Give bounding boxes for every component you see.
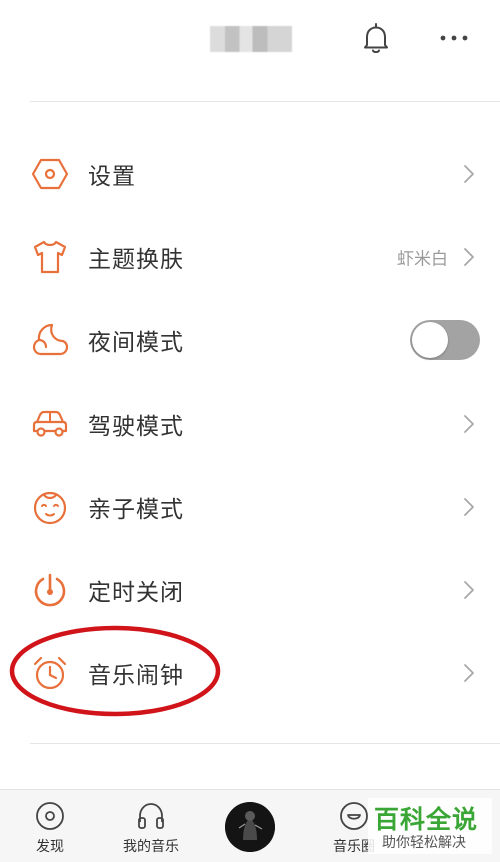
menu-item-label: 主题换肤	[88, 246, 184, 273]
chevron-right-icon	[464, 248, 474, 266]
menu-item-label: 定时关闭	[88, 580, 184, 607]
headphones-icon	[138, 803, 164, 829]
night-mode-toggle[interactable]	[410, 320, 480, 361]
menu-item-label: 设置	[88, 163, 136, 190]
chevron-right-icon	[464, 581, 474, 600]
album-art	[225, 802, 275, 852]
moon-cloud-icon	[32, 324, 69, 356]
settings-hexagon-icon	[31, 158, 69, 189]
car-icon	[32, 410, 68, 437]
menu-item-music-alarm[interactable]: 音乐闹钟	[0, 632, 500, 715]
menu-item-label: 驾驶模式	[88, 413, 184, 440]
now-playing-cover[interactable]	[225, 802, 275, 852]
chevron-right-icon	[464, 497, 474, 516]
toggle-knob	[412, 322, 448, 359]
top-divider	[30, 101, 500, 102]
menu-item-kids-mode[interactable]: 亲子模式	[0, 465, 500, 548]
bell-icon	[364, 23, 388, 53]
baby-face-icon	[33, 491, 67, 524]
chevron-right-icon	[464, 164, 474, 183]
nav-item-my-music[interactable]: 我的音乐	[112, 790, 190, 862]
smile-bubble-icon	[340, 802, 368, 830]
more-options-button[interactable]	[432, 18, 476, 58]
watermark-subtitle: 助你轻松解决	[382, 835, 466, 851]
nav-label: 我的音乐	[123, 839, 179, 855]
tshirt-icon	[33, 240, 67, 274]
more-horizontal-icon	[440, 35, 468, 41]
notification-bell-button[interactable]	[356, 18, 396, 58]
blurred-username	[210, 26, 292, 52]
menu-item-sleep-timer[interactable]: 定时关闭	[0, 548, 500, 631]
menu-item-driving-mode[interactable]: 驾驶模式	[0, 382, 500, 465]
menu-item-theme[interactable]: 主题换肤 虾米白	[0, 215, 500, 298]
menu-item-label: 夜间模式	[88, 330, 184, 357]
watermark-title: 百科全说	[374, 805, 479, 834]
menu-item-label: 亲子模式	[88, 496, 184, 523]
menu-bottom-divider	[30, 743, 500, 744]
menu-item-settings[interactable]: 设置	[0, 132, 500, 215]
nav-item-discover[interactable]: 发现	[20, 790, 80, 862]
chevron-right-icon	[464, 664, 474, 683]
menu-item-label: 音乐闹钟	[88, 663, 184, 690]
chevron-right-icon	[464, 414, 474, 433]
top-bar	[0, 0, 500, 100]
menu-item-night-mode: 夜间模式	[0, 299, 500, 382]
nav-label: 发现	[36, 839, 64, 855]
watermark: 百科全说 助你轻松解决	[368, 798, 492, 854]
alarm-clock-icon	[33, 657, 67, 690]
settings-menu: 设置 主题换肤 虾米白 夜间模式 驾驶模式 亲子模式 定时关闭 音乐闹钟	[0, 132, 500, 715]
current-theme-value: 虾米白	[397, 249, 448, 270]
disc-icon	[36, 802, 64, 830]
timer-icon	[34, 573, 66, 607]
